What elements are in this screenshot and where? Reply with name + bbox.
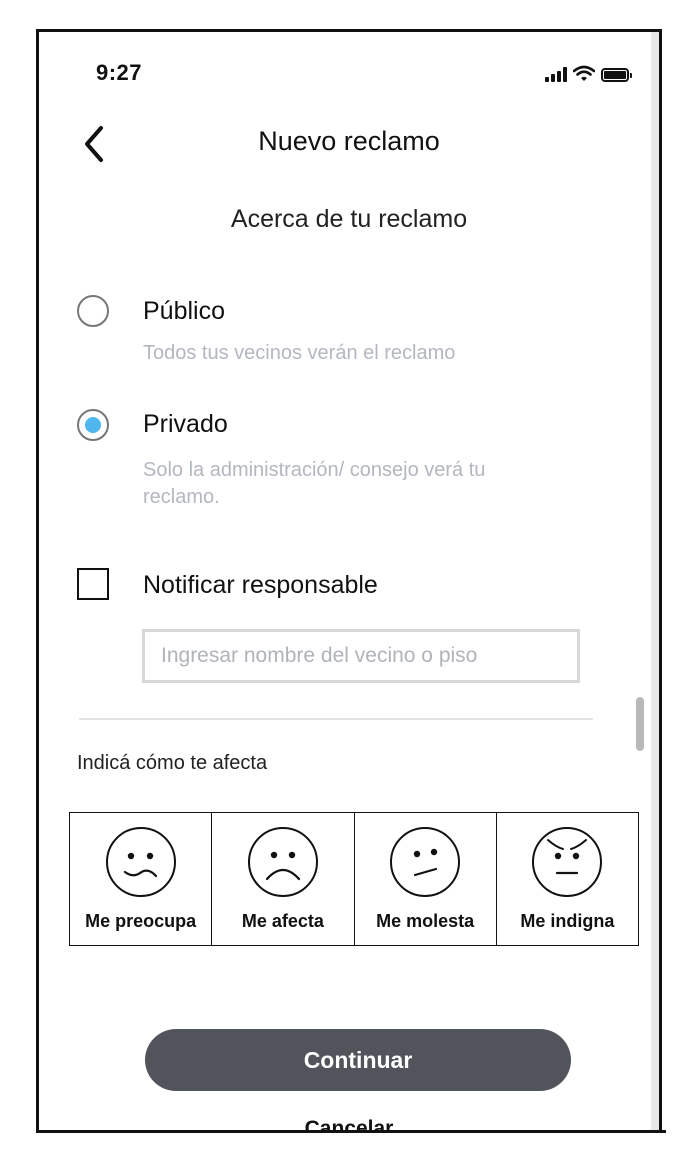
option-label-privado: Privado xyxy=(143,410,228,438)
option-desc-privado: Solo la administración/ consejo verá tu … xyxy=(143,459,486,508)
affect-caption: Me preocupa xyxy=(85,911,197,931)
affect-option-afecta[interactable]: Me afecta xyxy=(212,813,355,945)
radio-privado[interactable] xyxy=(77,409,109,441)
section-subtitle: Acerca de tu reclamo xyxy=(230,205,468,233)
affect-option-molesta[interactable]: Me molesta xyxy=(355,813,497,945)
signal-icon xyxy=(545,66,567,82)
option-desc-publico: Todos tus vecinos verán el reclamo xyxy=(143,342,456,364)
affect-label: Indicá cómo te afecta xyxy=(77,752,268,774)
scroll-shadow xyxy=(651,32,659,1132)
affect-options: Me preocupa Me afecta Me molesta Me indi… xyxy=(69,812,639,946)
affect-caption: Me afecta xyxy=(241,911,324,931)
battery-icon xyxy=(601,68,632,82)
affect-option-indigna[interactable]: Me indigna xyxy=(497,813,638,945)
page-title: Nuevo reclamo xyxy=(258,126,440,156)
sad-face-icon xyxy=(247,827,318,897)
notify-label: Notificar responsable xyxy=(143,571,378,599)
worried-face-icon xyxy=(105,827,176,897)
option-label-publico: Público xyxy=(143,297,225,325)
continue-button[interactable]: Continuar xyxy=(145,1029,571,1091)
annoyed-face-icon xyxy=(390,827,461,897)
scrollbar[interactable] xyxy=(636,697,644,751)
angry-face-icon xyxy=(532,827,603,897)
affect-caption: Me molesta xyxy=(376,911,475,931)
notify-name-input[interactable] xyxy=(142,629,580,683)
affect-option-preocupa[interactable]: Me preocupa xyxy=(70,813,213,945)
frame-bottom-edge xyxy=(36,1130,666,1133)
phone-screen: 9:27 Nuevo reclamo Acerca de tu reclamo … xyxy=(36,29,662,1132)
divider xyxy=(79,718,593,720)
status-time: 9:27 xyxy=(96,60,143,85)
status-icons xyxy=(545,64,632,82)
affect-caption: Me indigna xyxy=(520,911,615,931)
notify-checkbox[interactable] xyxy=(77,568,109,600)
wifi-icon xyxy=(573,65,595,81)
radio-publico[interactable] xyxy=(77,295,109,327)
